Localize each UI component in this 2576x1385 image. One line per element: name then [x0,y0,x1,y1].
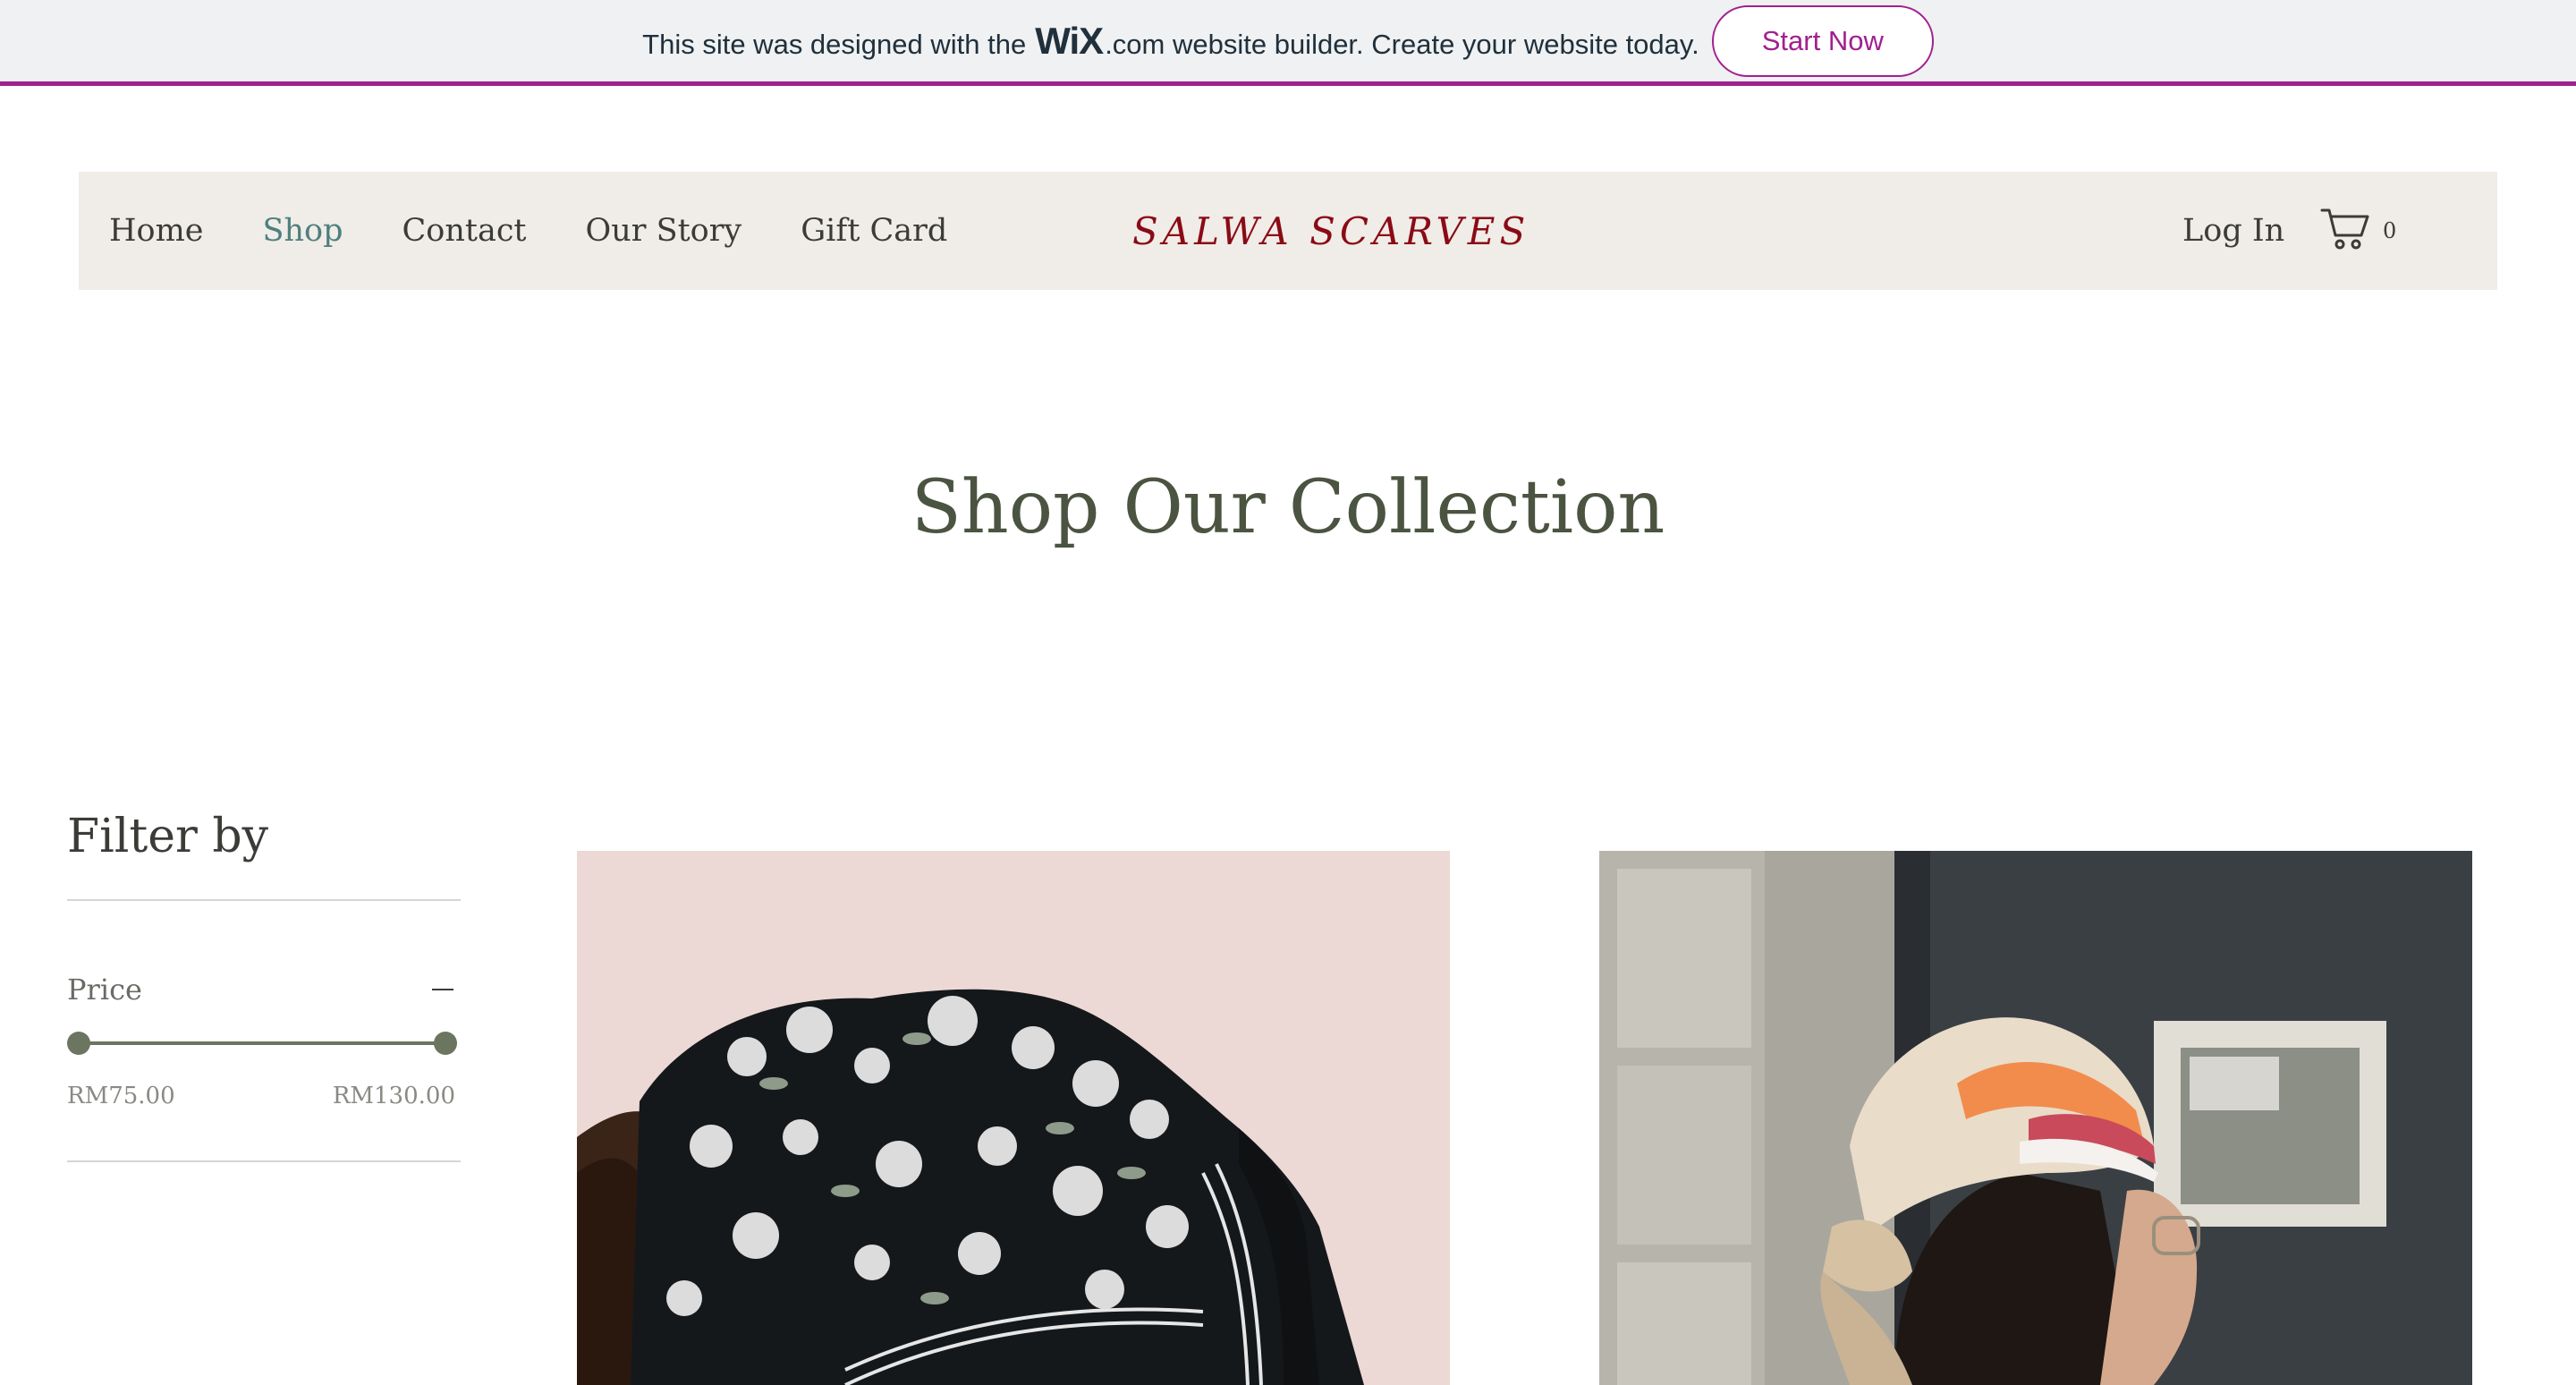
filter-sidebar: Filter by Price RM75.00 RM130.00 [67,810,461,1162]
banner-text: This site was designed with the WiX .com… [642,20,1699,63]
wix-banner: This site was designed with the WiX .com… [0,0,2576,86]
nav-item-home[interactable]: Home [109,213,204,249]
price-slider-max-handle[interactable] [434,1032,457,1055]
price-slider-track [79,1041,445,1045]
price-filter-header[interactable]: Price [67,967,461,1012]
wix-logo[interactable]: WiX [1035,20,1104,63]
start-now-button[interactable]: Start Now [1711,4,1934,77]
product-card-image-2[interactable] [1599,851,2472,1385]
price-filter-label: Price [67,973,142,1007]
nav-item-shop[interactable]: Shop [263,213,343,249]
cart-count: 0 [2383,218,2397,243]
site-logo[interactable]: SALWA SCARVES [1132,172,1530,290]
price-range-values: RM75.00 RM130.00 [67,1083,455,1109]
filter-title: Filter by [67,810,269,863]
price-max-value: RM130.00 [332,1083,455,1109]
silk-headscarf-photo [1599,851,2472,1385]
site-header: Home Shop Contact Our Story Gift Card SA… [79,172,2497,290]
price-slider[interactable] [67,1030,461,1057]
main-nav: Home Shop Contact Our Story Gift Card [109,172,947,290]
black-floral-scarf-photo [577,851,1450,1385]
nav-item-our-story[interactable]: Our Story [586,213,742,249]
page-title: Shop Our Collection [911,465,1665,550]
nav-item-contact[interactable]: Contact [402,213,527,249]
filter-divider [67,899,461,901]
product-card-image-1[interactable] [577,851,1450,1385]
nav-item-gift-card[interactable]: Gift Card [801,213,947,249]
banner-text-before: This site was designed with the [642,28,1027,60]
banner-text-after: .com website builder. Create your websit… [1105,28,1699,60]
price-min-value: RM75.00 [67,1083,175,1109]
login-link[interactable]: Log In [2182,172,2284,290]
minus-icon[interactable] [432,989,453,990]
cart-icon [2320,207,2370,255]
price-slider-min-handle[interactable] [67,1032,90,1055]
cart-button[interactable]: 0 [2320,204,2396,258]
filter-bottom-divider [67,1160,461,1162]
